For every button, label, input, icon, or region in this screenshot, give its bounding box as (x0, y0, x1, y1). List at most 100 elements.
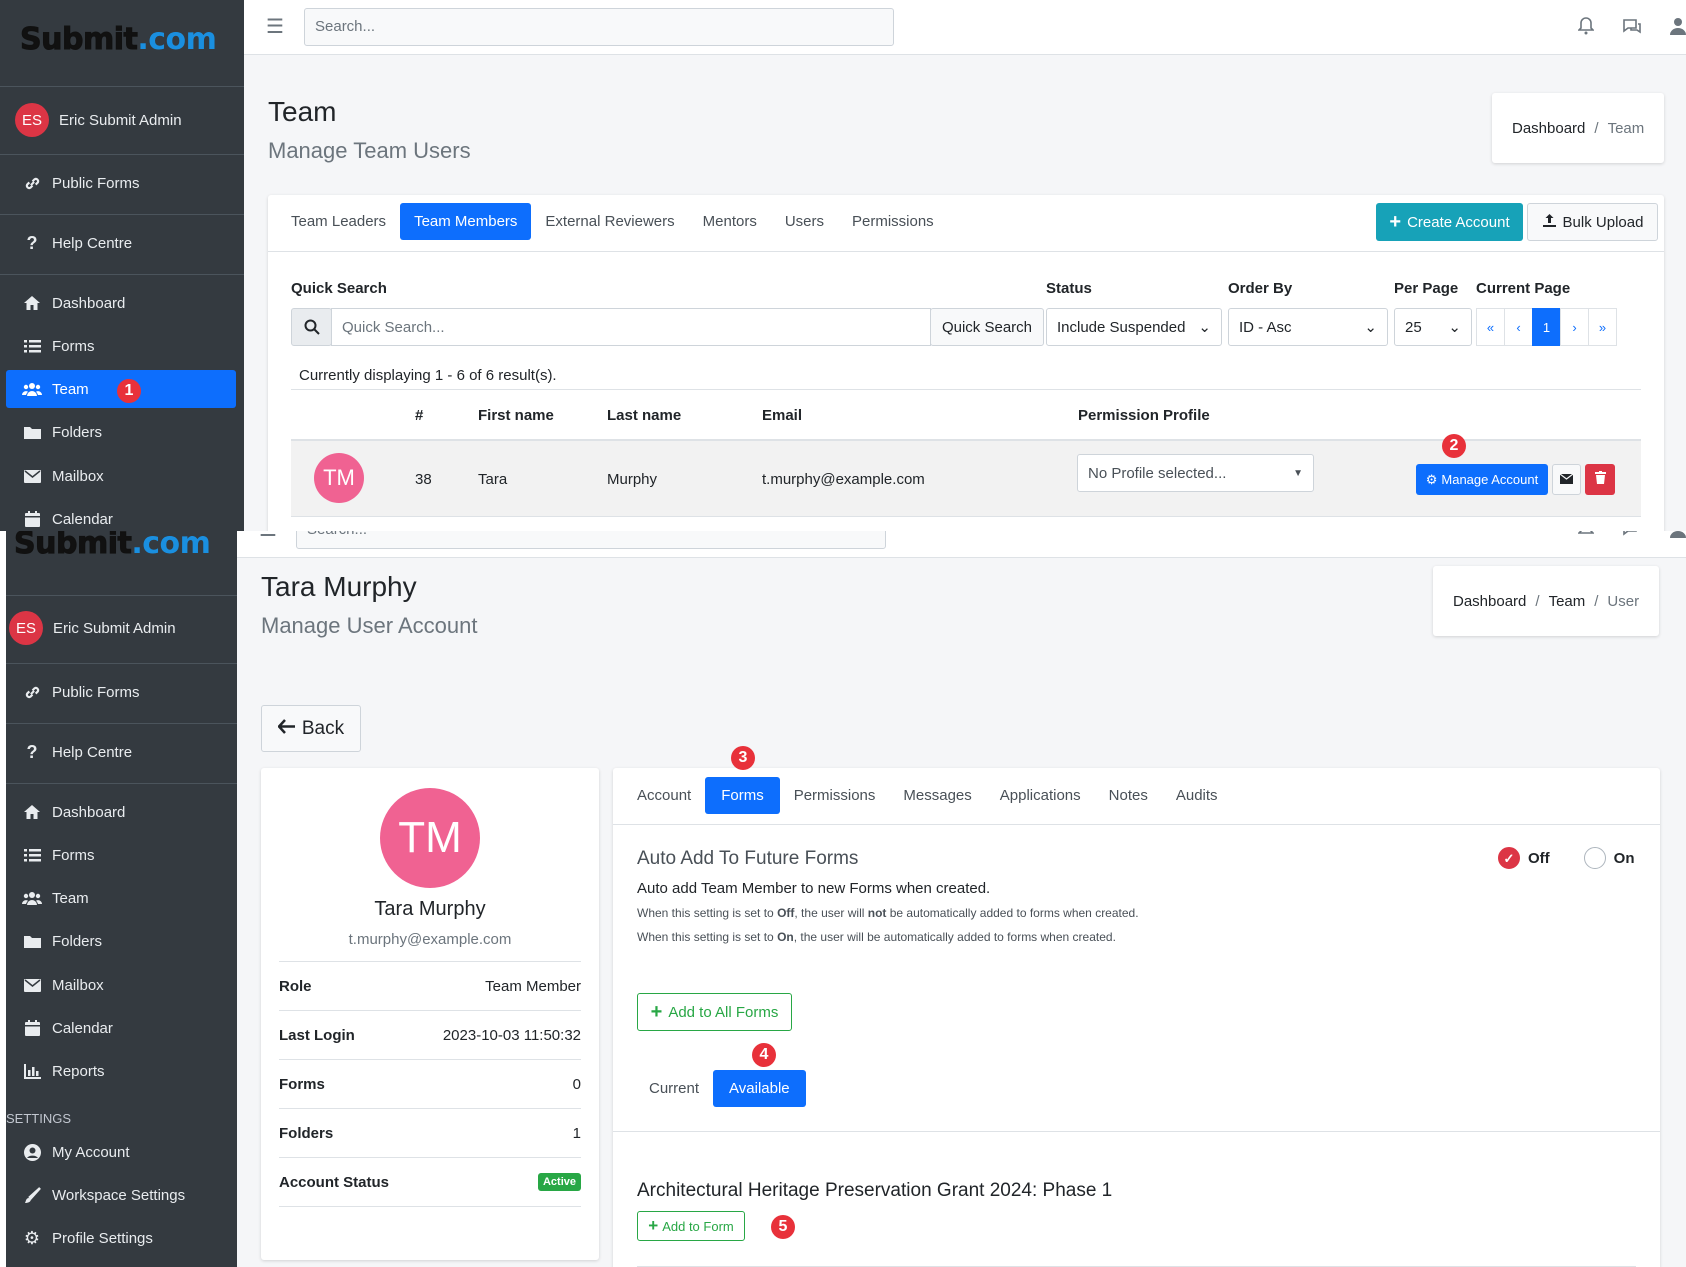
sidebar-item-folders[interactable]: Folders (6, 413, 102, 451)
form-title: Architectural Heritage Preservation Gran… (637, 1180, 1113, 1201)
user-tabs: Account Forms Permissions Messages Appli… (623, 777, 1232, 814)
user-icon[interactable] (1670, 531, 1686, 543)
page-first[interactable]: « (1476, 308, 1505, 346)
card-divider (613, 1131, 1660, 1132)
menu-toggle-icon[interactable]: ☰ (266, 14, 284, 39)
sidebar-item-label: Dashboard (52, 294, 126, 312)
quick-search-input[interactable]: Quick Search... (331, 308, 931, 346)
bell-icon[interactable] (1577, 531, 1595, 543)
tab-audits[interactable]: Audits (1162, 777, 1232, 814)
table-row[interactable]: TM 38 Tara Murphy t.murphy@example.com N… (291, 439, 1641, 517)
tab-permissions[interactable]: Permissions (838, 203, 948, 240)
sidebar-item-help-centre[interactable]: ? Help Centre (6, 224, 133, 262)
chat-icon[interactable] (1622, 18, 1642, 40)
sidebar-item-workspace-settings[interactable]: Workspace Settings (6, 1176, 185, 1214)
sidebar-user[interactable]: ES Eric Submit Admin (15, 103, 182, 137)
breadcrumb-team[interactable]: Team (1549, 593, 1586, 610)
tab-account[interactable]: Account (623, 777, 705, 814)
moon-icon[interactable] (1532, 531, 1550, 543)
tab-current[interactable]: Current (635, 1070, 713, 1107)
card-divider (613, 824, 1660, 825)
sidebar-item-label: Help Centre (52, 743, 133, 761)
radio-on-label: On (1613, 849, 1635, 867)
quick-search-button[interactable]: Quick Search (930, 308, 1044, 346)
info-row-account-status: Account Status Active (279, 1158, 581, 1207)
moon-icon[interactable] (1532, 17, 1550, 40)
sidebar-item-mailbox[interactable]: Mailbox (6, 457, 104, 495)
status-label: Status (1046, 280, 1092, 297)
top-search-input[interactable]: Search... (304, 8, 894, 46)
sidebar-item-calendar[interactable]: Calendar (6, 1009, 113, 1047)
upload-icon (1542, 213, 1557, 232)
radio-on[interactable] (1583, 847, 1606, 869)
sidebar-item-mailbox[interactable]: Mailbox (6, 966, 104, 1004)
per-page-select[interactable]: 25 ⌄ (1394, 308, 1472, 346)
sidebar-item-label: Mailbox (52, 976, 104, 994)
manage-account-button[interactable]: ⚙ Manage Account (1416, 464, 1548, 495)
brand-logo[interactable]: Submit.com (13, 531, 210, 562)
sidebar-item-team[interactable]: Team (6, 879, 89, 917)
sidebar-item-dashboard[interactable]: Dashboard (6, 793, 125, 831)
brush-icon (22, 1186, 42, 1204)
page-1[interactable]: 1 (1532, 308, 1561, 346)
info-value: 2023-10-03 11:50:32 (442, 1026, 581, 1044)
result-count: Currently displaying 1 - 6 of 6 result(s… (299, 367, 557, 384)
chat-icon[interactable] (1622, 531, 1642, 543)
bulk-upload-button[interactable]: Bulk Upload (1527, 203, 1658, 241)
sidebar-item-label: Team (52, 380, 89, 398)
quick-search-label: Quick Search (291, 280, 387, 297)
delete-button[interactable] (1585, 464, 1615, 495)
status-select[interactable]: Include Suspended ⌄ (1046, 308, 1222, 346)
tab-users[interactable]: Users (771, 203, 838, 240)
sidebar-item-my-account[interactable]: My Account (6, 1133, 130, 1171)
radio-off[interactable]: ✓ (1498, 847, 1520, 869)
sidebar-item-public-forms[interactable]: Public Forms (6, 673, 140, 711)
breadcrumb-team: Team (1607, 119, 1645, 137)
add-to-all-forms-button[interactable]: + Add to All Forms (637, 993, 792, 1031)
sidebar-item-public-forms[interactable]: Public Forms (6, 164, 140, 202)
sidebar-divider (0, 274, 244, 275)
order-by-select[interactable]: ID - Asc ⌄ (1228, 308, 1388, 346)
breadcrumb-dashboard[interactable]: Dashboard (1512, 120, 1585, 137)
sidebar-item-forms[interactable]: Forms (6, 836, 95, 874)
sidebar-item-label: My Account (52, 1143, 130, 1161)
status-badge: Active (537, 1173, 581, 1191)
page-next[interactable]: › (1560, 308, 1589, 346)
sidebar-user[interactable]: ES Eric Submit Admin (9, 611, 176, 645)
info-row-forms: Forms 0 (279, 1060, 581, 1109)
tab-notes[interactable]: Notes (1095, 777, 1162, 814)
brand-logo[interactable]: Submit.com (19, 22, 216, 58)
bell-icon[interactable] (1577, 17, 1595, 40)
sidebar-item-calendar[interactable]: Calendar (6, 500, 113, 533)
plus-icon: + (650, 1000, 663, 1023)
page-prev[interactable]: ‹ (1504, 308, 1533, 346)
tab-team-members[interactable]: Team Members (400, 203, 532, 240)
sidebar-item-dashboard[interactable]: Dashboard (6, 284, 125, 322)
tab-mentors[interactable]: Mentors (689, 203, 771, 240)
page-last[interactable]: » (1588, 308, 1617, 346)
tab-applications[interactable]: Applications (986, 777, 1095, 814)
add-to-form-button[interactable]: + Add to Form (637, 1211, 745, 1241)
tab-permissions[interactable]: Permissions (780, 777, 890, 814)
breadcrumb-dashboard[interactable]: Dashboard (1453, 593, 1526, 610)
annotation-marker: 3 (731, 746, 755, 770)
sidebar-item-folders[interactable]: Folders (6, 922, 102, 960)
tab-team-leaders[interactable]: Team Leaders (277, 203, 400, 240)
sidebar-item-forms[interactable]: Forms (6, 327, 95, 365)
user-icon[interactable] (1670, 17, 1686, 40)
tab-forms[interactable]: Forms (705, 777, 780, 814)
menu-toggle-icon[interactable]: ☰ (259, 531, 277, 542)
tab-messages[interactable]: Messages (889, 777, 985, 814)
create-account-button[interactable]: + Create Account (1376, 203, 1523, 241)
permission-profile-select[interactable]: No Profile selected... ▼ (1077, 454, 1314, 492)
column-header-id: # (415, 407, 424, 424)
sidebar-item-profile-settings[interactable]: ⚙ Profile Settings (6, 1219, 153, 1257)
tab-external-reviewers[interactable]: External Reviewers (531, 203, 688, 240)
auto-add-title: Auto Add To Future Forms (637, 848, 859, 869)
top-search-input[interactable]: Search... (296, 531, 886, 549)
sidebar-item-reports[interactable]: Reports (6, 1052, 105, 1090)
tab-available[interactable]: Available (713, 1070, 806, 1107)
email-button[interactable] (1552, 464, 1581, 495)
sidebar-item-help-centre[interactable]: ? Help Centre (6, 733, 133, 771)
back-button[interactable]: Back (261, 705, 361, 752)
